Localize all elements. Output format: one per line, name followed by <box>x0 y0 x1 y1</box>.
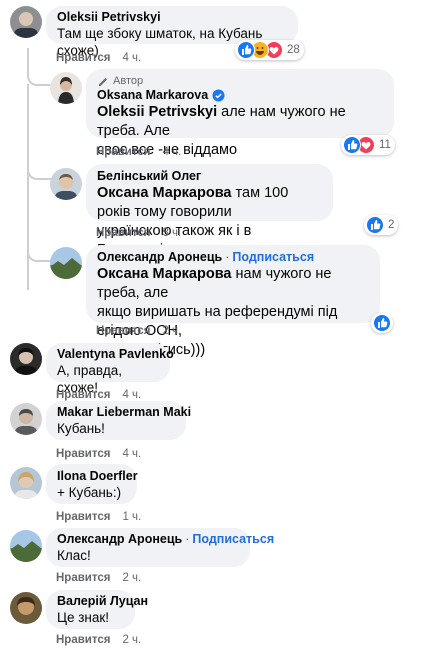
timestamp[interactable]: 4 ч. <box>162 146 181 158</box>
comment-bubble: Valentyna Pavlenko А, правда, схоже! <box>46 343 174 395</box>
avatar-image <box>10 467 42 499</box>
avatar-image <box>50 72 82 104</box>
avatar[interactable] <box>50 72 82 104</box>
comment-text: Кубань! <box>57 421 105 436</box>
comment-author[interactable]: Oksana Markarova <box>97 88 208 103</box>
avatar-image <box>10 343 42 375</box>
comment-actions: Нравится 2 ч. <box>96 325 181 337</box>
separator-dot: · <box>225 250 230 264</box>
comment-text: Клас! <box>57 548 91 563</box>
like-button[interactable]: Нравится <box>56 52 110 64</box>
timestamp[interactable]: 2 ч. <box>122 572 141 584</box>
comment-bubble: Валерій Луцан Це знак! <box>46 590 148 629</box>
like-button[interactable]: Нравится <box>56 511 110 523</box>
comment-actions: Нравится 4 ч. <box>56 448 141 460</box>
reaction-count: 28 <box>287 44 300 56</box>
mention-link[interactable]: Oleksii Petrivskyi <box>97 104 217 120</box>
timestamp[interactable]: 2 ч. <box>162 325 181 337</box>
thread-connector <box>27 160 51 180</box>
comment-author-row: Олександр Аронець · Подписаться <box>97 250 369 265</box>
comment-actions: Нравится 4 ч. <box>56 52 141 64</box>
comment-bubble: Ilona Doerfler + Кубань:) <box>46 464 138 504</box>
comment-text: + Кубань:) <box>57 485 122 500</box>
timestamp[interactable]: 4 ч. <box>122 389 141 401</box>
avatar[interactable] <box>10 467 42 499</box>
reaction-count: 2 <box>388 219 395 231</box>
comment-author[interactable]: Oleksii Petrivskyi <box>57 10 287 25</box>
comment-actions: Нравится 3 ч. <box>96 227 181 239</box>
reaction-summary[interactable]: 2 <box>364 215 399 235</box>
like-button[interactable]: Нравится <box>56 389 110 401</box>
comment-bubble: Белінський Олег Оксана Маркарова там 100… <box>86 164 333 258</box>
thread-connector <box>27 54 51 86</box>
comment-bubble: Олександр Аронець · Подписаться Клас! <box>46 528 274 567</box>
avatar-image <box>50 168 82 200</box>
timestamp[interactable]: 1 ч. <box>122 511 141 523</box>
comment-actions: Нравится 2 ч. <box>56 634 141 646</box>
avatar-image <box>10 6 42 38</box>
comment-text: Оксана Маркарова нам чужого не треба, ал… <box>97 266 332 301</box>
comment-actions: Нравится 4 ч. <box>56 389 141 401</box>
like-reaction-icon <box>237 41 255 59</box>
pencil-icon <box>99 78 107 86</box>
comment-actions: Нравится 4 ч. <box>96 146 181 158</box>
reaction-summary[interactable]: 28 <box>235 40 304 60</box>
like-button[interactable]: Нравится <box>56 634 110 646</box>
comment-actions: Нравится 2 ч. <box>56 572 141 584</box>
comment-author[interactable]: Valentyna Pavlenko <box>57 347 174 362</box>
comment-author[interactable]: Makar Lieberman Maki <box>57 405 191 420</box>
comment-bubble: Автор Oksana Markarova Oleksii Petrivsky… <box>86 69 394 158</box>
like-reaction-icon <box>373 314 391 332</box>
author-badge: Автор <box>97 74 383 88</box>
avatar[interactable] <box>10 6 42 38</box>
comment-text: Оксана Маркарова там 100 років тому гово… <box>97 185 289 220</box>
subscribe-link[interactable]: Подписаться <box>232 250 314 264</box>
avatar[interactable] <box>10 403 42 435</box>
timestamp[interactable]: 3 ч. <box>162 227 181 239</box>
mention-link[interactable]: Оксана Маркарова <box>97 185 232 201</box>
comment-text: Це знак! <box>57 610 110 625</box>
comment-text: Oleksii Petrivskyi але нам чужого не тре… <box>97 104 346 139</box>
comment-author[interactable]: Валерій Луцан <box>57 594 148 609</box>
comment-author-row: Олександр Аронець · Подписаться <box>57 532 274 547</box>
like-button[interactable]: Нравится <box>96 227 150 239</box>
comment-author[interactable]: Олександр Аронець <box>97 250 222 264</box>
like-button[interactable]: Нравится <box>56 572 110 584</box>
comment-author[interactable]: Олександр Аронець <box>57 532 182 546</box>
comment-author[interactable]: Белінський Олег <box>97 169 322 184</box>
mention-link[interactable]: Оксана Маркарова <box>97 266 232 282</box>
reaction-summary[interactable]: 11 <box>341 135 395 155</box>
author-badge-label: Автор <box>113 75 144 87</box>
comment-bubble: Олександр Аронець · Подписаться Оксана Мар… <box>86 245 380 358</box>
like-button[interactable]: Нравится <box>96 325 150 337</box>
comment-bubble: Oleksii Petrivskyi Там ще збоку шматок, … <box>46 6 298 58</box>
like-reaction-icon <box>366 216 384 234</box>
verified-badge-icon <box>212 89 225 102</box>
timestamp[interactable]: 2 ч. <box>122 634 141 646</box>
avatar[interactable] <box>50 168 82 200</box>
thread-line <box>27 84 29 290</box>
avatar-image <box>50 247 82 279</box>
comment-actions: Нравится 1 ч. <box>56 511 141 523</box>
reaction-count: 11 <box>379 139 391 151</box>
comment-bubble: Makar Lieberman Maki Кубань! <box>46 401 191 440</box>
avatar[interactable] <box>10 343 42 375</box>
avatar[interactable] <box>50 247 82 279</box>
avatar-image <box>10 530 42 562</box>
subscribe-link[interactable]: Подписаться <box>192 532 274 546</box>
avatar-image <box>10 403 42 435</box>
comment-author[interactable]: Ilona Doerfler <box>57 469 138 484</box>
separator-dot: · <box>185 532 190 546</box>
avatar[interactable] <box>10 592 42 624</box>
avatar-image <box>10 592 42 624</box>
timestamp[interactable]: 4 ч. <box>122 448 141 460</box>
like-button[interactable]: Нравится <box>56 448 110 460</box>
like-button[interactable]: Нравится <box>96 146 150 158</box>
avatar[interactable] <box>10 530 42 562</box>
thread-connector <box>27 240 51 262</box>
reaction-summary[interactable] <box>371 313 393 333</box>
like-reaction-icon <box>343 136 361 154</box>
timestamp[interactable]: 4 ч. <box>122 52 141 64</box>
